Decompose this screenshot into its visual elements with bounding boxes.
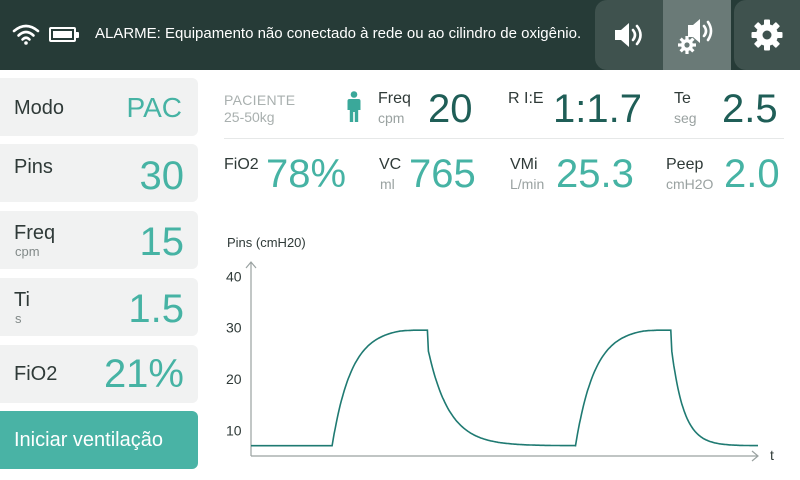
te-value: 2.5 xyxy=(722,87,778,131)
pressure-waveform xyxy=(251,329,758,447)
pressure-chart: Pins (cmH20) t 10 20 30 40 xyxy=(226,235,774,463)
pins-label: Pins xyxy=(14,156,53,178)
gear-icon xyxy=(751,19,783,51)
person-icon xyxy=(347,91,361,122)
patient-label: PACIENTE xyxy=(224,92,296,108)
speaker-icon xyxy=(615,23,642,47)
freq-label: Freq xyxy=(14,222,56,244)
peep-unit: cmH2O xyxy=(666,176,714,192)
peep-label: Peep xyxy=(666,156,704,173)
mute-alarm-button[interactable] xyxy=(595,0,663,70)
battery-icon xyxy=(49,27,79,42)
battery-level xyxy=(53,31,72,38)
rie-label: R I:E xyxy=(508,90,544,107)
peep-value: 2.0 xyxy=(724,152,780,196)
ti-card[interactable]: Ti s 1.5 xyxy=(0,278,198,336)
vmi-unit: L/min xyxy=(510,176,545,192)
wifi-icon xyxy=(12,24,40,45)
pins-card[interactable]: Pins 30 xyxy=(0,144,198,202)
freq-monitor-unit: cpm xyxy=(378,110,405,126)
top-bar: ALARME: Equipamento não conectado à rede… xyxy=(0,0,800,70)
speaker-gear-icon xyxy=(678,19,713,54)
chart-y-tick-label: 30 xyxy=(226,320,242,336)
mode-label: Modo xyxy=(14,97,65,119)
fio2-card[interactable]: FiO2 21% xyxy=(0,345,198,403)
freq-monitor-label: Freq xyxy=(378,90,411,107)
fio2-monitor-label: FiO2 xyxy=(224,156,259,173)
settings-button[interactable] xyxy=(734,0,800,70)
ti-unit: s xyxy=(15,311,22,326)
te-unit: seg xyxy=(674,110,697,126)
chart-y-ticks: 10 20 30 40 xyxy=(226,268,242,438)
chart-y-tick-label: 40 xyxy=(226,268,242,284)
chart-y-tick-label: 10 xyxy=(226,422,242,438)
freq-card[interactable]: Freq cpm 15 xyxy=(0,211,198,269)
chart-x-axis-label: t xyxy=(770,447,774,463)
freq-unit: cpm xyxy=(15,244,40,259)
fio2-value: 21% xyxy=(103,352,184,396)
fio2-label: FiO2 xyxy=(14,363,58,385)
chart-y-tick-label: 20 xyxy=(226,371,242,387)
fio2-monitor-value: 78% xyxy=(266,152,347,196)
freq-monitor-value: 20 xyxy=(428,87,473,131)
vc-unit: ml xyxy=(380,176,395,192)
chart-axes xyxy=(245,261,759,462)
start-ventilation-button[interactable]: Iniciar ventilação xyxy=(0,411,198,469)
vc-label: VC xyxy=(379,156,402,173)
ti-value: 1.5 xyxy=(128,287,184,331)
alarm-message: ALARME: Equipamento não conectado à rede… xyxy=(95,25,582,42)
pins-value: 30 xyxy=(139,154,185,198)
patient-weight-range: 25-50kg xyxy=(224,109,275,125)
alarm-settings-button[interactable] xyxy=(663,0,731,70)
vmi-label: VMi xyxy=(510,156,538,173)
te-label: Te xyxy=(674,90,691,107)
monitor-divider xyxy=(224,138,784,139)
rie-value: 1:1.7 xyxy=(553,87,642,131)
mode-value: PAC xyxy=(126,92,183,123)
vmi-value: 25.3 xyxy=(556,152,634,196)
ti-label: Ti xyxy=(14,289,30,311)
vc-value: 765 xyxy=(409,152,476,196)
chart-y-axis-label: Pins (cmH20) xyxy=(227,235,306,250)
freq-value: 15 xyxy=(139,220,185,264)
mode-card[interactable]: Modo PAC xyxy=(0,78,198,136)
